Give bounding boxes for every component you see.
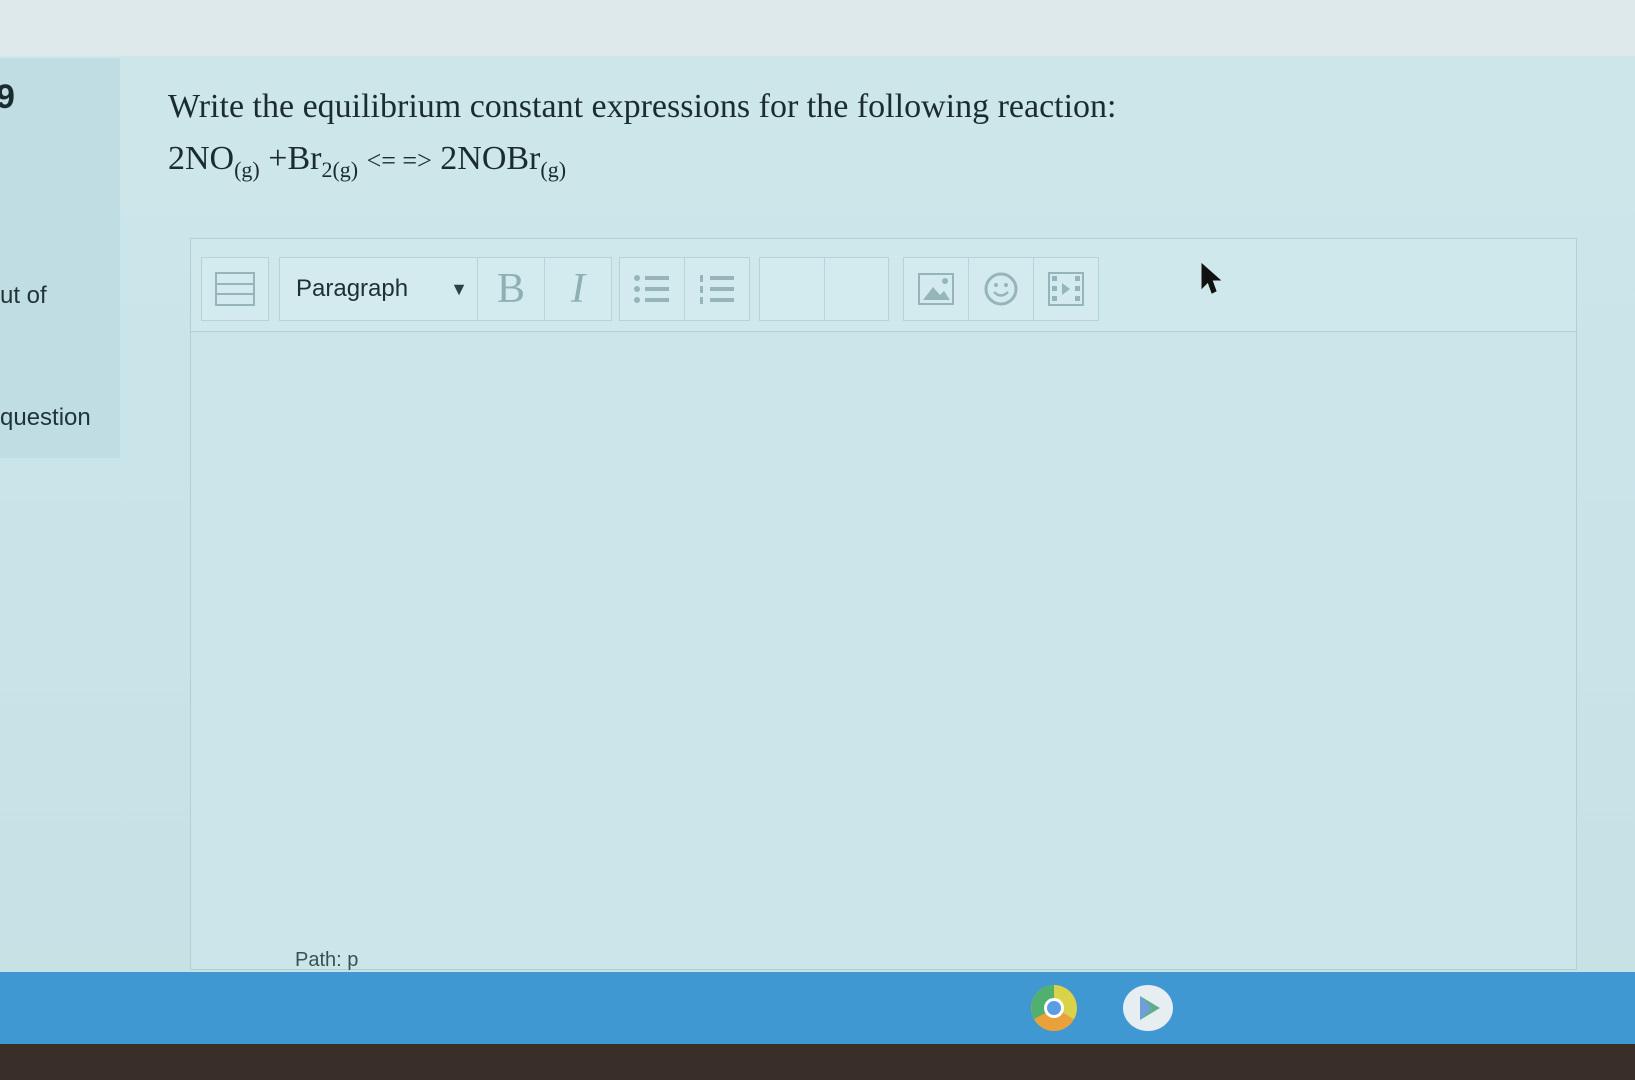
question-text: Write the equilibrium constant expressio… xyxy=(168,88,1117,183)
os-taskbar xyxy=(0,972,1635,1044)
toolbar-group-toggle xyxy=(201,257,269,321)
answer-editor: Paragraph ▼ B I Path: p xyxy=(190,238,1577,971)
reactant-1: 2NO xyxy=(168,140,235,177)
paragraph-format-select[interactable]: Paragraph ▼ xyxy=(280,258,486,320)
laptop-bezel xyxy=(0,1044,1635,1080)
link-button[interactable] xyxy=(760,258,825,320)
toolbar-group-format: Paragraph ▼ xyxy=(279,257,487,321)
product: 2NOBr xyxy=(440,140,541,177)
paragraph-format-label: Paragraph xyxy=(296,275,409,302)
insert-emoji-button[interactable] xyxy=(969,258,1034,320)
product-state: (g) xyxy=(540,157,567,182)
toolbar-group-lists xyxy=(619,257,750,321)
image-icon xyxy=(918,273,954,305)
equilibrium-arrow: <= => xyxy=(366,146,432,175)
chevron-down-icon: ▼ xyxy=(450,278,468,299)
italic-button[interactable]: I xyxy=(545,258,611,320)
unordered-list-button[interactable] xyxy=(620,258,685,320)
editor-path: Path: p xyxy=(295,949,359,971)
question-number: 9 xyxy=(0,78,15,116)
flag-question-link[interactable]: question xyxy=(0,404,91,432)
question-prompt: Write the equilibrium constant expressio… xyxy=(168,88,1117,125)
editor-text-area[interactable] xyxy=(191,332,1576,942)
toolbar-toggle-button[interactable] xyxy=(202,258,268,320)
reactant-2: +Br xyxy=(268,140,322,177)
chrome-icon[interactable] xyxy=(1030,984,1078,1032)
editor-toolbar: Paragraph ▼ B I xyxy=(191,239,1576,332)
unlink-button[interactable] xyxy=(825,258,887,320)
emoji-icon xyxy=(984,272,1018,306)
reactant-1-state: (g) xyxy=(234,157,260,182)
browser-top-band xyxy=(0,0,1635,56)
ordered-list-icon xyxy=(700,275,734,304)
toolbar-group-links xyxy=(759,257,889,321)
insert-media-button[interactable] xyxy=(1034,258,1098,320)
toolbar-toggle-icon xyxy=(215,272,255,306)
bold-button[interactable]: B xyxy=(478,258,545,320)
media-icon xyxy=(1048,272,1084,306)
points-label: ut of xyxy=(0,282,47,309)
mouse-cursor-icon xyxy=(1200,262,1224,301)
play-store-icon[interactable] xyxy=(1122,984,1174,1032)
reaction-equation: 2NO(g) +Br2(g) <= => 2NOBr(g) xyxy=(168,140,1117,183)
reactant-2-state: 2(g) xyxy=(321,157,359,182)
unordered-list-icon xyxy=(634,275,669,303)
toolbar-group-style: B I xyxy=(477,257,612,321)
insert-image-button[interactable] xyxy=(904,258,969,320)
question-info-panel xyxy=(0,58,120,458)
toolbar-group-insert xyxy=(903,257,1099,321)
ordered-list-button[interactable] xyxy=(685,258,749,320)
